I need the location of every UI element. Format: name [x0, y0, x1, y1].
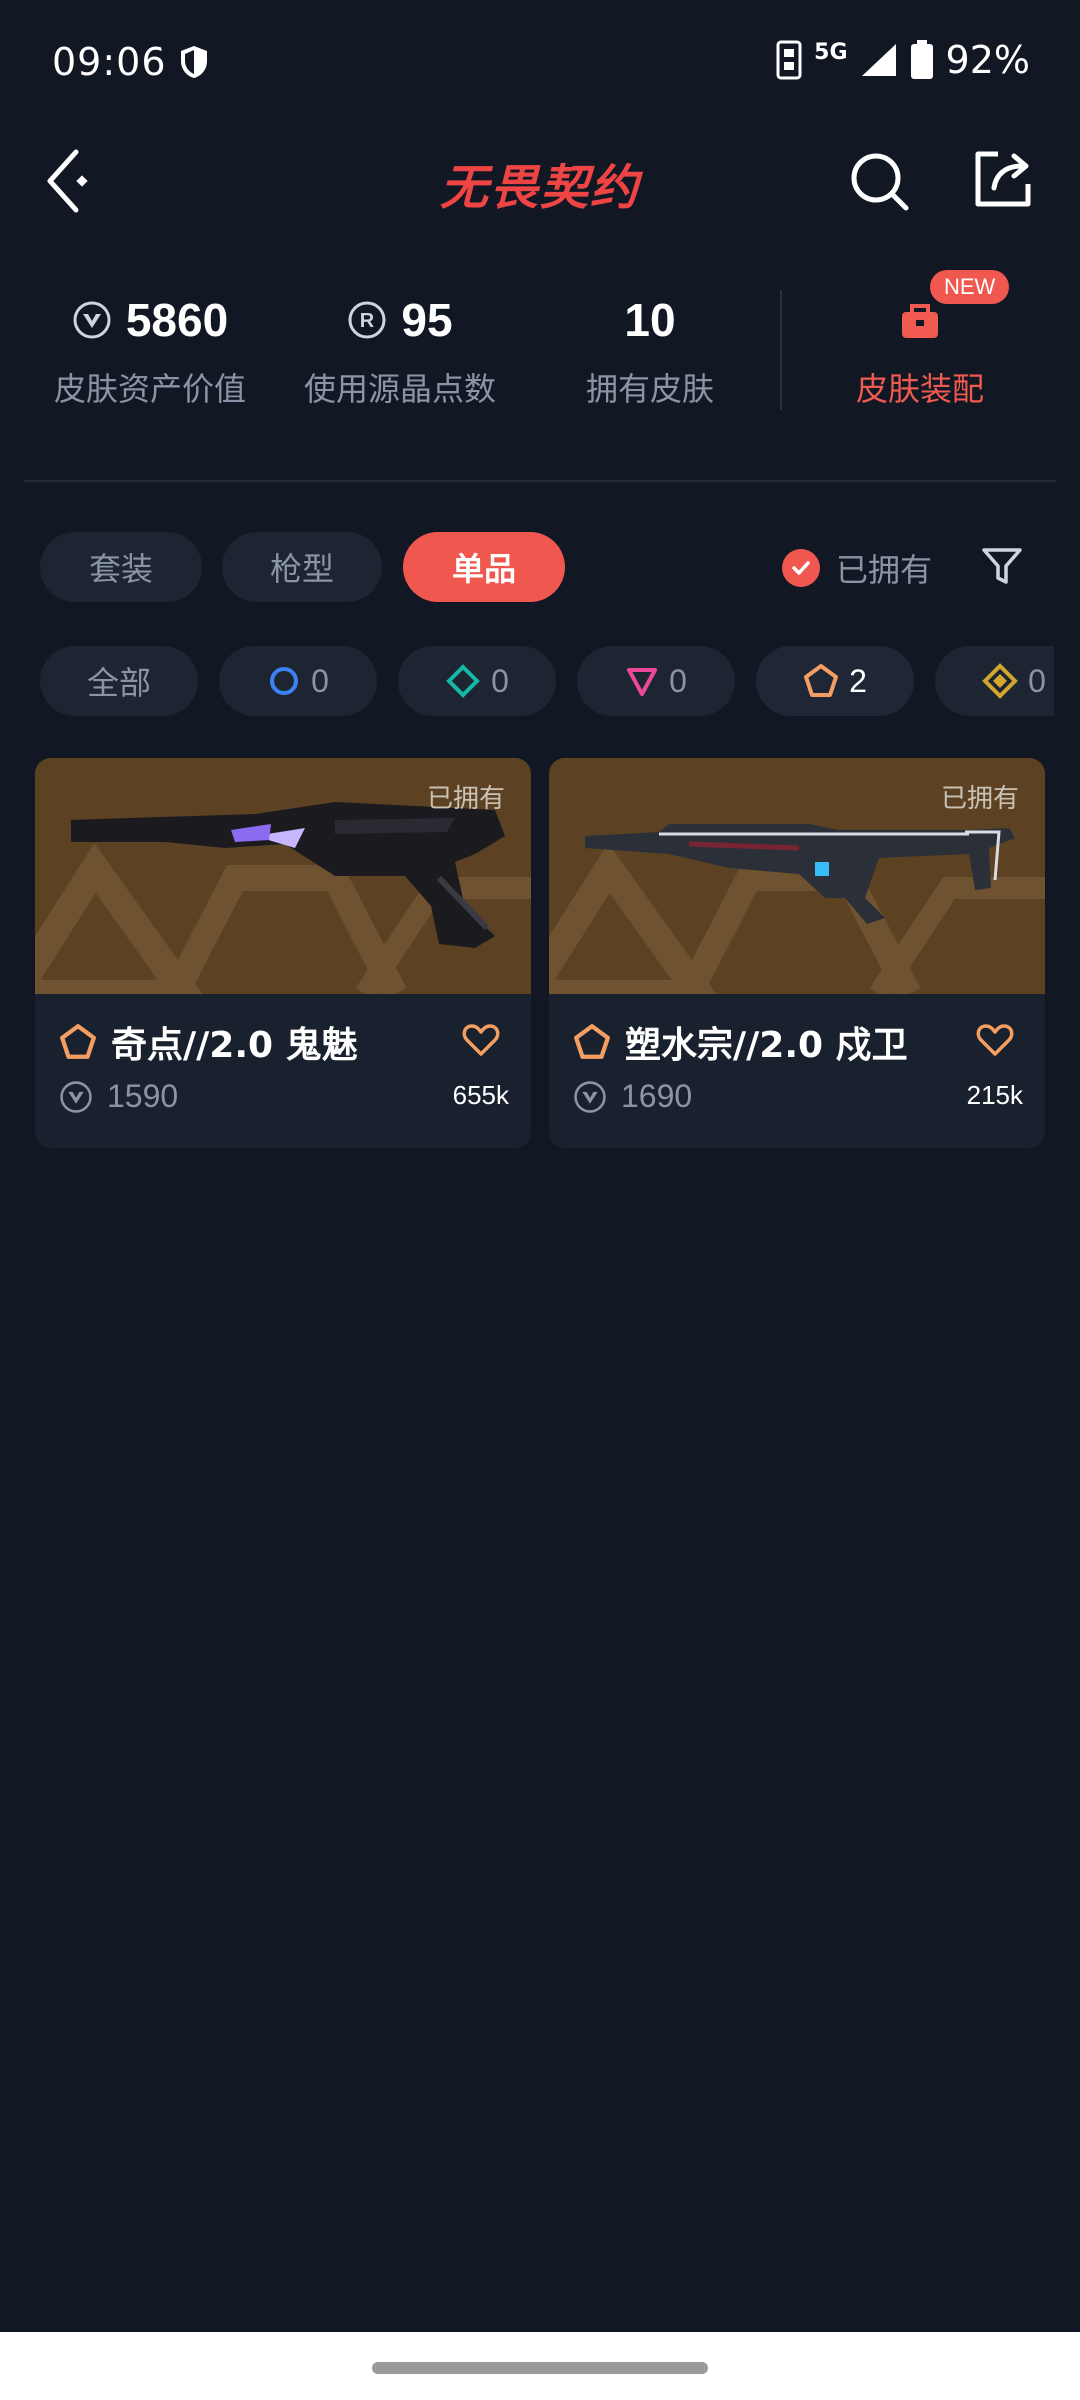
skin-image: 已拥有	[549, 758, 1045, 994]
asset-value: 5860	[125, 294, 229, 346]
exclusive-edition-icon	[574, 1024, 610, 1059]
skin-name: 塑水宗//2.0 戍卫	[625, 1025, 908, 1066]
search-icon[interactable]	[848, 150, 912, 214]
radianite-points: 95	[401, 294, 453, 346]
valorant-points-icon	[60, 1080, 92, 1113]
new-badge: NEW	[930, 270, 1010, 304]
deluxe-edition-icon	[446, 664, 480, 698]
loadout-label: 皮肤装配	[855, 370, 984, 408]
stat-asset-value: 5860 皮肤资产价值	[50, 290, 250, 410]
owned-filter-toggle[interactable]: 已拥有	[782, 540, 932, 596]
premium-edition-icon	[627, 668, 658, 696]
rarity-chip-premium[interactable]: 0	[577, 646, 735, 716]
rarity-count: 0	[669, 662, 687, 699]
rarity-count: 2	[849, 662, 867, 699]
filter-icon[interactable]	[980, 544, 1024, 588]
rarity-chip-exclusive[interactable]: 2	[756, 646, 914, 716]
select-edition-icon	[270, 667, 299, 695]
tab-bundle[interactable]: 套装	[40, 532, 202, 602]
exclusive-edition-icon	[804, 664, 839, 697]
rarity-chip-label: 全部	[86, 664, 151, 702]
rarity-chip-deluxe[interactable]: 0	[398, 646, 556, 716]
rarity-count: 0	[1028, 662, 1046, 699]
skin-name-row: 奇点//2.0 鬼魅	[59, 1016, 358, 1068]
stat-radianite: R 95 使用源晶点数	[300, 290, 500, 410]
share-icon[interactable]	[972, 148, 1034, 210]
skin-name: 奇点//2.0 鬼魅	[111, 1025, 358, 1066]
signal-icon	[861, 44, 896, 76]
skin-card[interactable]: 已拥有 奇点//2.0 鬼魅 1590 655k	[35, 758, 531, 1148]
app-header: 无畏契约	[0, 130, 1080, 240]
shield-icon	[181, 46, 207, 78]
owned-label: 拥有皮肤	[585, 370, 714, 408]
status-bar: 09:06 5G 92%	[0, 0, 1080, 130]
owned-filter-label: 已拥有	[836, 551, 933, 589]
radianite-label: 使用源晶点数	[303, 370, 496, 408]
skin-name-row: 塑水宗//2.0 戍卫	[573, 1016, 908, 1068]
skin-image: 已拥有	[35, 758, 531, 994]
home-indicator[interactable]	[372, 2362, 708, 2374]
status-indicators: 5G 92%	[776, 38, 1030, 82]
skin-price-row: 1590	[59, 1078, 178, 1115]
rarity-chip-all[interactable]: 全部	[40, 646, 198, 716]
loadout-bag-icon	[902, 304, 938, 338]
skin-likes: 215k	[966, 1080, 1023, 1110]
skin-price-row: 1690	[573, 1078, 692, 1115]
radianite-icon: R	[348, 301, 386, 339]
rarity-chip-select[interactable]: 0	[219, 646, 377, 716]
svg-text:R: R	[360, 310, 375, 332]
battery-icon	[910, 40, 933, 79]
rarity-count: 0	[491, 662, 509, 699]
skin-price: 1590	[107, 1078, 179, 1114]
stat-owned: 10 拥有皮肤	[560, 290, 740, 410]
skin-price: 1690	[621, 1078, 693, 1114]
network-type: 5G	[814, 39, 848, 65]
battery-percent: 92%	[945, 38, 1030, 82]
rarity-count: 0	[311, 662, 329, 699]
asset-value-label: 皮肤资产价值	[53, 370, 246, 408]
valorant-points-icon	[73, 301, 111, 339]
hd-icon	[776, 40, 802, 80]
rarity-filter-row: 全部 0 0 0 2 0	[0, 646, 1054, 718]
ultra-edition-icon	[982, 663, 1018, 699]
valorant-points-icon	[574, 1080, 606, 1113]
skin-card[interactable]: 已拥有 塑水宗//2.0 戍卫 1690 215k	[549, 758, 1045, 1148]
owned-count: 10	[624, 294, 676, 346]
rarity-chip-ultra[interactable]: 0	[935, 646, 1054, 716]
app-title: 无畏契约	[439, 160, 640, 216]
stats-bar: 5860 皮肤资产价值 R 95 使用源晶点数 10 拥有皮肤 皮肤装配 NEW	[0, 270, 1080, 440]
check-icon	[782, 549, 820, 587]
section-divider	[24, 480, 1056, 482]
owned-tag: 已拥有	[426, 784, 505, 814]
heart-icon[interactable]	[975, 1020, 1015, 1060]
status-time: 09:06	[52, 40, 167, 84]
skin-likes: 655k	[452, 1080, 509, 1110]
tab-weapon-type[interactable]: 枪型	[222, 532, 382, 602]
tab-single-item[interactable]: 单品	[403, 532, 565, 602]
exclusive-edition-icon	[60, 1024, 96, 1059]
heart-icon[interactable]	[461, 1020, 501, 1060]
stats-divider	[780, 290, 782, 410]
skin-collection-page: 09:06 5G 92% 无畏契约 5860 皮肤资产价值 R 95 使用源晶点…	[0, 0, 1080, 2400]
owned-tag: 已拥有	[940, 784, 1019, 814]
loadout-button[interactable]: 皮肤装配	[830, 290, 1010, 410]
